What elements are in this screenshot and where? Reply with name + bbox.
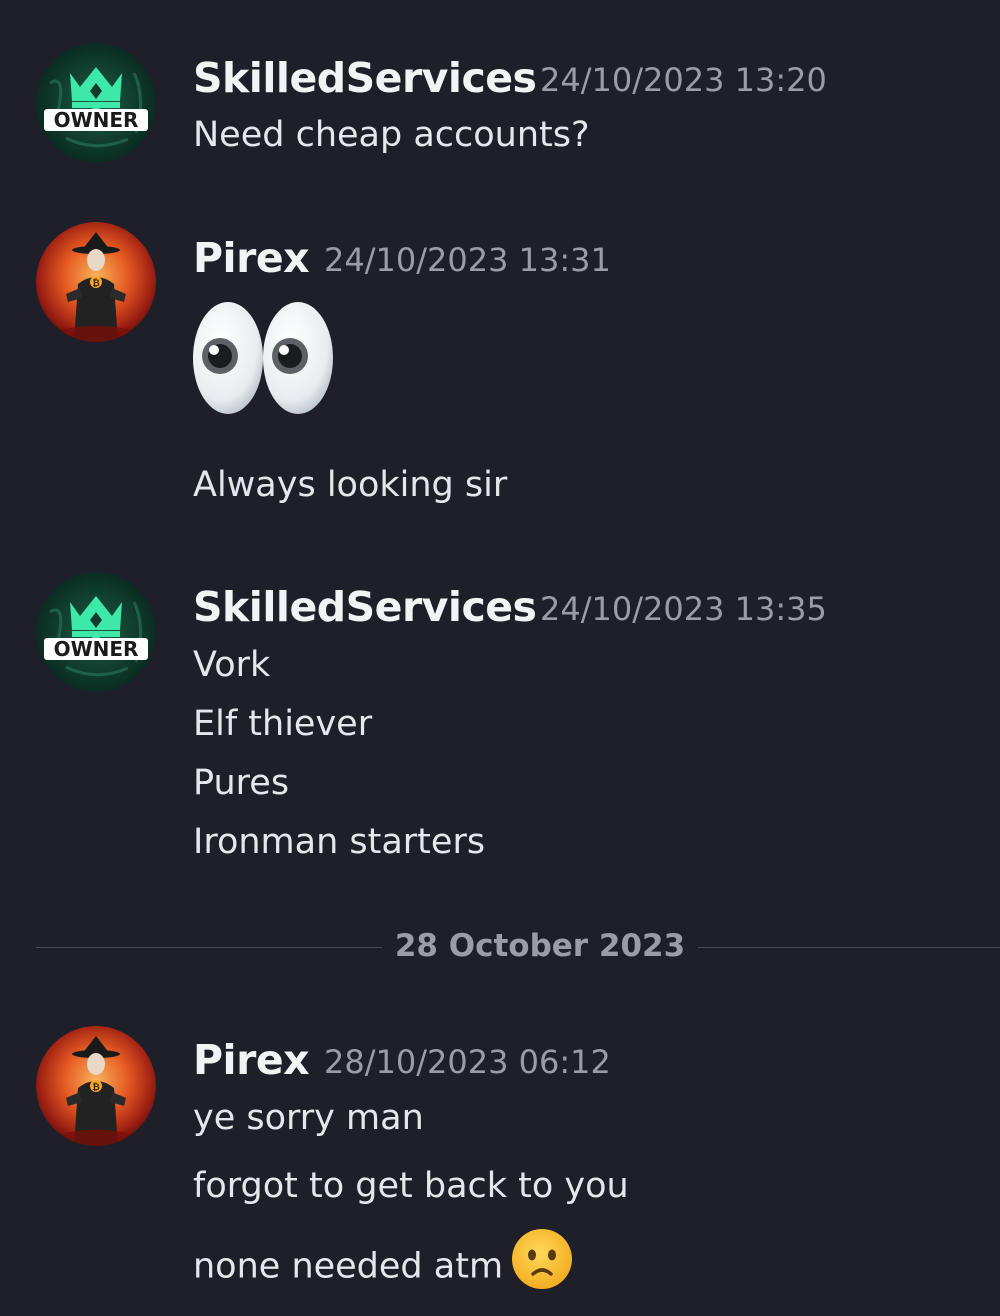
date-divider-line — [36, 947, 382, 948]
message-timestamp: 28/10/2023 06:12 — [324, 1043, 611, 1081]
message-text: Always looking sir — [193, 465, 508, 505]
date-divider-line — [698, 947, 1000, 948]
owner-badge-text: OWNER — [54, 637, 139, 661]
message-text: forgot to get back to you — [193, 1166, 629, 1206]
message-text: none needed atm — [193, 1246, 504, 1287]
frowning-face-emoji — [511, 1228, 573, 1297]
message-author[interactable]: Pirex — [193, 238, 310, 279]
pirex-avatar[interactable]: ₿ — [36, 1026, 156, 1146]
message-author[interactable]: SkilledServices — [193, 58, 537, 99]
message-text: ye sorry man — [193, 1098, 424, 1138]
date-divider: 28 October 2023 — [394, 928, 686, 964]
message-text: Vork — [193, 645, 271, 685]
pirex-avatar[interactable]: ₿ — [36, 222, 156, 342]
message-text: Elf thiever — [193, 704, 373, 744]
message-timestamp: 24/10/2023 13:20 — [540, 61, 827, 99]
svg-text:₿: ₿ — [92, 1082, 99, 1093]
message-author[interactable]: Pirex — [193, 1040, 310, 1081]
message-author[interactable]: SkilledServices — [193, 587, 537, 628]
message-text: Need cheap accounts? — [193, 115, 590, 155]
message-text: Pures — [193, 763, 290, 803]
svg-text:₿: ₿ — [92, 278, 99, 289]
eyes-emoji — [192, 300, 338, 422]
message-text: Ironman starters — [193, 822, 486, 862]
owner-avatar[interactable]: OWNER — [36, 43, 156, 163]
message-line: none needed atm — [193, 1229, 573, 1297]
chat-log: OWNER SkilledServices 24/10/2023 13:20 N… — [0, 0, 1000, 1316]
message-timestamp: 24/10/2023 13:35 — [540, 590, 827, 628]
owner-avatar[interactable]: OWNER — [36, 572, 156, 692]
message-timestamp: 24/10/2023 13:31 — [324, 241, 611, 279]
owner-badge-text: OWNER — [54, 108, 139, 132]
